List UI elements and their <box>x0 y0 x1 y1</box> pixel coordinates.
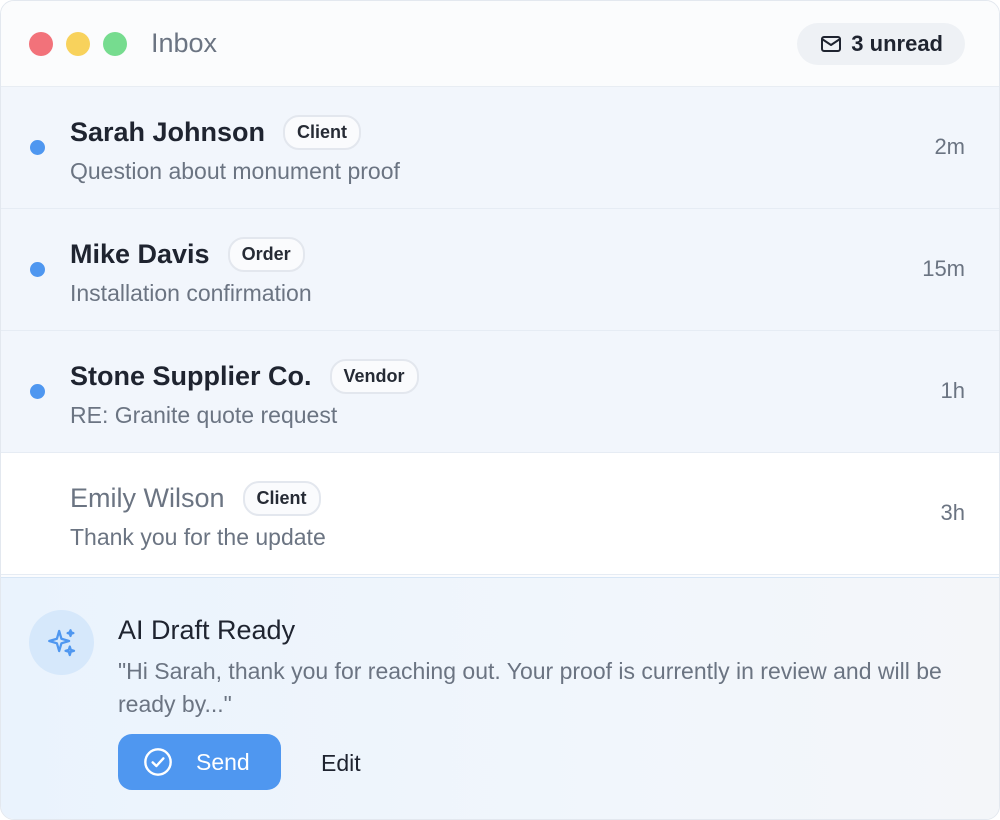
draft-preview: "Hi Sarah, thank you for reaching out. Y… <box>118 658 942 717</box>
message-time: 3h <box>940 500 965 525</box>
mail-icon <box>821 35 842 52</box>
minimize-window-button[interactable] <box>66 31 90 56</box>
send-button[interactable]: Send <box>118 734 281 790</box>
maximize-window-button[interactable] <box>103 31 127 56</box>
message-tag: Vendor <box>329 359 419 394</box>
draft-title: AI Draft Ready <box>118 615 296 645</box>
sender-name: Sarah Johnson <box>70 117 266 147</box>
sender-name: Mike Davis <box>70 239 210 269</box>
unread-count: 3 unread <box>851 30 943 56</box>
sender-name: Stone Supplier Co. <box>70 361 312 391</box>
message-subject: RE: Granite quote request <box>70 402 338 428</box>
message-subject: Thank you for the update <box>70 524 326 550</box>
message-row[interactable]: Mike Davis Order Installation confirmati… <box>1 209 999 331</box>
message-tag: Order <box>227 237 305 272</box>
ai-draft-panel: AI Draft Ready "Hi Sarah, thank you for … <box>1 577 999 819</box>
message-tag: Client <box>283 115 362 150</box>
message-time: 15m <box>922 256 965 281</box>
unread-badge: 3 unread <box>797 22 965 65</box>
message-tag: Client <box>242 481 321 516</box>
message-row[interactable]: Sarah Johnson Client Question about monu… <box>1 87 999 209</box>
check-circle-icon <box>144 748 172 776</box>
unread-indicator <box>30 384 45 399</box>
send-label: Send <box>196 748 250 775</box>
edit-button[interactable]: Edit <box>321 750 361 777</box>
message-time: 2m <box>934 134 965 159</box>
message-subject: Installation confirmation <box>70 280 312 306</box>
message-subject: Question about monument proof <box>70 158 400 184</box>
unread-indicator <box>30 140 45 155</box>
title-bar: Inbox 3 unread <box>1 1 999 87</box>
inbox-window: Inbox 3 unread Sarah Johnson Client Ques… <box>0 0 1000 820</box>
message-row[interactable]: Emily Wilson Client Thank you for the up… <box>1 453 999 575</box>
close-window-button[interactable] <box>29 31 53 56</box>
message-time: 1h <box>940 378 965 403</box>
sparkles-icon <box>29 610 94 675</box>
unread-indicator <box>30 262 45 277</box>
message-row[interactable]: Stone Supplier Co. Vendor RE: Granite qu… <box>1 331 999 453</box>
window-controls <box>29 31 127 56</box>
window-title: Inbox <box>151 28 218 58</box>
sender-name: Emily Wilson <box>70 483 225 513</box>
